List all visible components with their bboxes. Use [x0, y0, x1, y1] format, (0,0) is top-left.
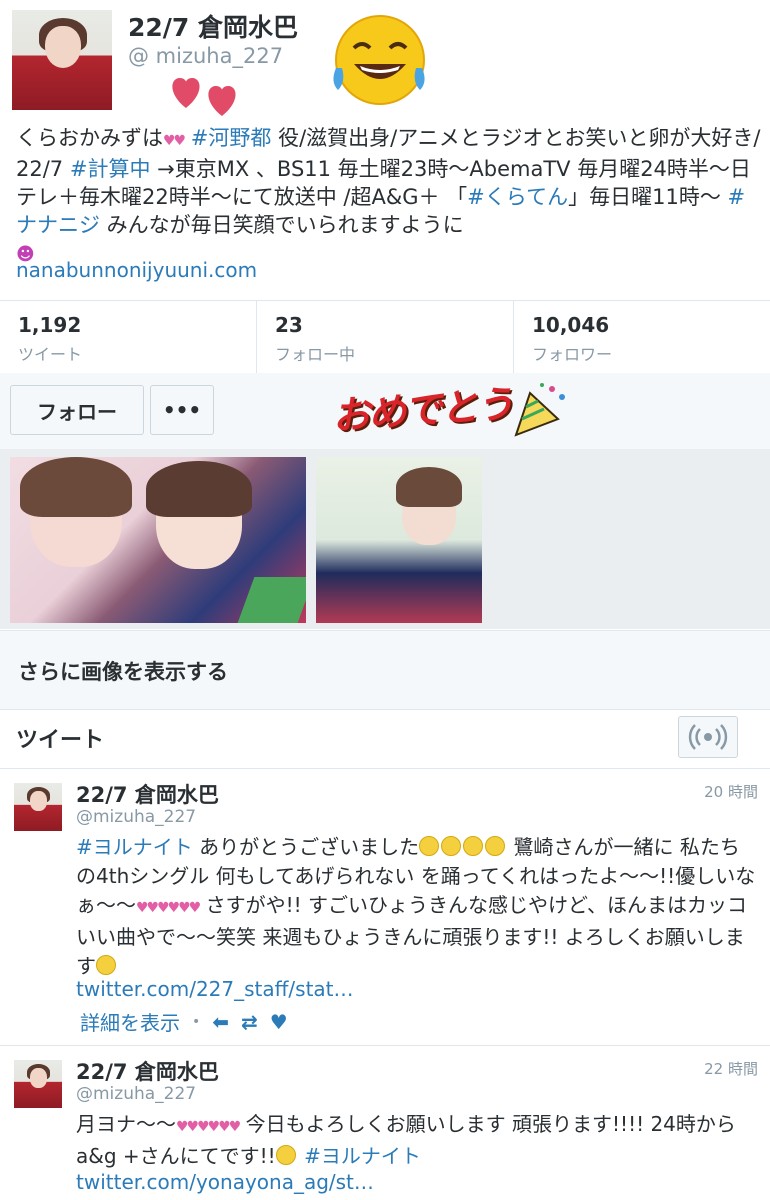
smile-emoji-icon [96, 955, 116, 975]
bio-text: 」毎日曜11時〜 [568, 185, 728, 209]
tweet-link[interactable]: twitter.com/227_staff/stat… [76, 977, 354, 1001]
smile-emoji-icon [463, 836, 484, 856]
tweet-hashtag[interactable]: #ヨルナイト [304, 1144, 421, 1168]
stat-label: ツイート [18, 345, 83, 364]
profile-handle: @ mizuha_227 [128, 44, 284, 68]
stat-value: 23 [275, 313, 303, 337]
tweets-header: ツイート [0, 708, 770, 769]
media-gallery [0, 449, 770, 629]
stat-following[interactable]: 23 フォロー中 [257, 301, 514, 373]
bio-hashtag[interactable]: #河野都 [191, 126, 272, 150]
tweets-title: ツイート [16, 728, 105, 753]
gallery-photo[interactable] [10, 457, 306, 623]
profile-avatar[interactable] [12, 10, 112, 110]
bio-hashtag[interactable]: #計算中 [70, 157, 151, 181]
profile-website-link[interactable]: nanabunnonijyuuni.com [16, 258, 257, 282]
tweet-timestamp[interactable]: 22 時間 [704, 1058, 758, 1079]
reply-icon[interactable]: ⬅ [212, 1010, 229, 1034]
more-options-button[interactable]: ••• [150, 385, 214, 435]
live-stream-button[interactable] [678, 716, 738, 758]
view-details-link[interactable]: 詳細を表示 [80, 1007, 180, 1036]
hearts-icon: ♥♥ [163, 133, 186, 149]
tweet-item[interactable]: 22/7 倉岡水巴 @mizuha_227 20 時間 #ヨルナイト ありがとう… [0, 769, 770, 1046]
photo-hair [396, 467, 462, 507]
follow-button[interactable]: フォロー [10, 385, 144, 435]
bio-text: みんなが毎日笑顔でいられますように [100, 213, 464, 237]
tweet-link[interactable]: twitter.com/yonayona_ag/st… [76, 1170, 374, 1194]
tweet-actions: 詳細を表示 • ⬅ ⇄ ♥ [80, 1007, 288, 1036]
avatar-face [30, 791, 47, 811]
tweet-text-part: ありがとうございました [192, 835, 420, 859]
smile-emoji-icon [275, 1145, 296, 1165]
tweet-text-part: 月ヨナ〜〜 [76, 1112, 176, 1136]
stat-label: フォロー中 [275, 345, 356, 364]
show-more-images-label: さらに画像を表示する [18, 660, 228, 684]
profile-action-bar: フォロー ••• おめでとう [0, 373, 770, 449]
congrats-sticker: おめでとう [330, 381, 514, 439]
tweet-author-name[interactable]: 22/7 倉岡水巴 [76, 1056, 219, 1086]
tweet-author-name[interactable]: 22/7 倉岡水巴 [76, 779, 219, 809]
tweet-avatar[interactable] [14, 783, 62, 831]
tweet-hashtag[interactable]: #ヨルナイト [76, 835, 193, 859]
laughing-emoji-icon [333, 15, 425, 105]
tweet-timestamp[interactable]: 20 時間 [704, 781, 758, 802]
show-more-images-link[interactable]: さらに画像を表示する [0, 630, 770, 710]
tweet-avatar[interactable] [14, 1060, 62, 1108]
broadcast-icon [688, 724, 728, 750]
like-heart-icon[interactable]: ♥ [270, 1010, 288, 1034]
profile-bio: くらおかみずは♥♥ #河野都 役/滋賀出身/アニメとラジオとお笑いと卵が大好き/… [16, 124, 761, 269]
bio-text: 役/滋賀出身/アニメとラジオとお笑いと卵 [271, 126, 670, 150]
tweet-text: #ヨルナイト ありがとうございました 鷺崎さんが一緒に 私たちの4thシングル … [76, 833, 756, 981]
party-popper-icon [514, 383, 565, 437]
stat-label: フォロワー [532, 345, 613, 364]
separator-dot: • [192, 1013, 201, 1030]
profile-name: 22/7 倉岡水巴 [128, 13, 299, 42]
smile-emoji-icon [419, 836, 440, 856]
gallery-photo[interactable] [316, 457, 482, 623]
photo-leaf [237, 577, 306, 623]
hearts-icon: ♥♥♥♥♥♥ [136, 900, 201, 916]
tweet-author-handle[interactable]: @mizuha_227 [76, 807, 196, 827]
stat-value: 10,046 [532, 313, 610, 337]
hearts-icon: ♥♥♥♥♥♥ [176, 1119, 241, 1135]
profile-stats: 1,192 ツイート 23 フォロー中 10,046 フォロワー [0, 300, 770, 374]
tweet-text: 月ヨナ〜〜♥♥♥♥♥♥ 今日もよろしくお願いします 頑張ります!!!! 24時か… [76, 1110, 756, 1171]
smile-emoji-icon [485, 836, 506, 856]
tweet-author-handle[interactable]: @mizuha_227 [76, 1084, 196, 1104]
stat-value: 1,192 [18, 313, 82, 337]
photo-hair [146, 461, 252, 517]
avatar-face [45, 26, 81, 68]
hearts-sticker [172, 78, 236, 116]
photo-hair [20, 457, 132, 517]
bio-hashtag[interactable]: #くらてん [467, 185, 568, 209]
smile-emoji-icon [441, 836, 462, 856]
stat-tweets[interactable]: 1,192 ツイート [0, 301, 257, 373]
stat-followers[interactable]: 10,046 フォロワー [514, 301, 770, 373]
avatar-face [30, 1068, 47, 1088]
tweet-item[interactable]: 22/7 倉岡水巴 @mizuha_227 22 時間 月ヨナ〜〜♥♥♥♥♥♥ … [0, 1046, 770, 1200]
tweet-text-part: 今日もよろしくお願いします [239, 1112, 506, 1136]
bio-text: くらおかみずは [16, 126, 163, 150]
retweet-icon[interactable]: ⇄ [241, 1010, 258, 1034]
